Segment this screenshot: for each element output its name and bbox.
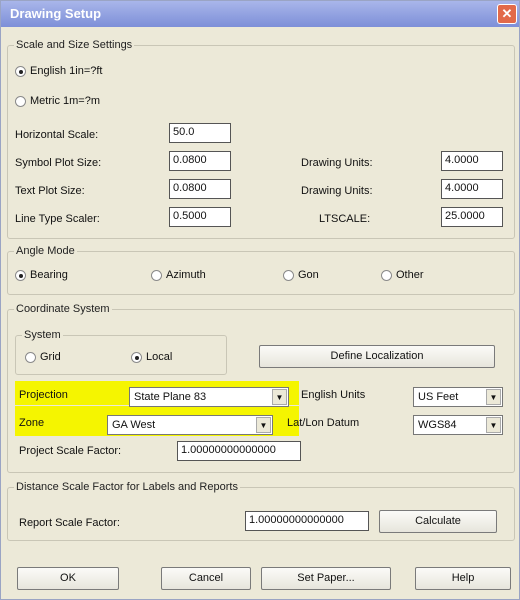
project-scale-factor-input[interactable]: 1.00000000000000 — [177, 441, 301, 461]
zone-value: GA West — [112, 419, 156, 431]
report-scale-factor-label: Report Scale Factor: — [19, 517, 120, 529]
radio-gon-dot[interactable] — [283, 269, 294, 281]
symbol-plot-size-label: Symbol Plot Size: — [15, 157, 102, 169]
radio-other[interactable]: Other — [381, 269, 424, 281]
line-type-scaler-label: Line Type Scaler: — [15, 213, 100, 225]
text-plot-size-input[interactable]: 0.0800 — [169, 179, 231, 199]
title-bar: Drawing Setup — [1, 1, 519, 27]
text-drawing-units-label: Drawing Units: — [301, 185, 373, 197]
coordinate-system-legend: Coordinate System — [16, 303, 110, 315]
zone-select[interactable]: GA West ▼ — [107, 415, 273, 435]
symbol-plot-size-input[interactable]: 0.0800 — [169, 151, 231, 171]
radio-bearing[interactable]: Bearing — [15, 269, 68, 281]
ltscale-label: LTSCALE: — [319, 213, 371, 225]
radio-azimuth-dot[interactable] — [151, 269, 162, 281]
angle-mode-legend: Angle Mode — [16, 245, 75, 257]
text-plot-size-label: Text Plot Size: — [15, 185, 85, 197]
system-legend: System — [24, 329, 61, 341]
radio-local[interactable]: Local — [131, 351, 172, 363]
radio-english-dot[interactable] — [15, 65, 26, 77]
close-button[interactable]: ✕ — [497, 4, 517, 24]
chevron-down-icon[interactable]: ▼ — [486, 389, 501, 405]
radio-bearing-dot[interactable] — [15, 269, 26, 281]
horizontal-scale-input[interactable]: 50.0 — [169, 123, 231, 143]
english-units-label: English Units — [301, 389, 366, 401]
radio-english[interactable]: English 1in=?ft — [15, 65, 102, 77]
latlon-datum-value: WGS84 — [418, 419, 457, 431]
angle-mode-group: Angle Mode — [7, 245, 515, 295]
radio-grid-dot[interactable] — [25, 351, 36, 363]
text-drawing-units-input[interactable]: 4.0000 — [441, 179, 503, 199]
radio-other-dot[interactable] — [381, 269, 392, 281]
radio-grid[interactable]: Grid — [25, 351, 61, 363]
cancel-button[interactable]: Cancel — [161, 567, 251, 590]
radio-azimuth[interactable]: Azimuth — [151, 269, 206, 281]
ok-button[interactable]: OK — [17, 567, 119, 590]
projection-value: State Plane 83 — [134, 391, 207, 403]
radio-metric-label: Metric 1m=?m — [30, 95, 100, 107]
latlon-datum-label: Lat/Lon Datum — [287, 417, 360, 429]
chevron-down-icon[interactable]: ▼ — [272, 389, 287, 405]
projection-label: Projection — [19, 389, 68, 401]
radio-grid-label: Grid — [40, 351, 61, 363]
radio-metric-dot[interactable] — [15, 95, 26, 107]
english-units-value: US Feet — [418, 391, 459, 403]
radio-english-label: English 1in=?ft — [30, 65, 103, 77]
symbol-drawing-units-input[interactable]: 4.0000 — [441, 151, 503, 171]
window-title: Drawing Setup — [10, 6, 102, 21]
radio-gon[interactable]: Gon — [283, 269, 319, 281]
radio-local-label: Local — [146, 351, 173, 363]
radio-metric[interactable]: Metric 1m=?m — [15, 95, 100, 107]
horizontal-scale-label: Horizontal Scale: — [15, 129, 99, 141]
distance-scale-legend: Distance Scale Factor for Labels and Rep… — [16, 481, 238, 493]
define-localization-button[interactable]: Define Localization — [259, 345, 495, 368]
radio-other-label: Other — [396, 269, 424, 281]
radio-azimuth-label: Azimuth — [166, 269, 206, 281]
scale-size-legend: Scale and Size Settings — [16, 39, 133, 51]
close-icon: ✕ — [501, 6, 513, 21]
chevron-down-icon[interactable]: ▼ — [486, 417, 501, 433]
projection-select[interactable]: State Plane 83 ▼ — [129, 387, 289, 407]
chevron-down-icon[interactable]: ▼ — [256, 417, 271, 433]
latlon-datum-select[interactable]: WGS84 ▼ — [413, 415, 503, 435]
radio-local-dot[interactable] — [131, 351, 142, 363]
project-scale-factor-label: Project Scale Factor: — [19, 445, 122, 457]
ltscale-input[interactable]: 25.0000 — [441, 207, 503, 227]
help-button[interactable]: Help — [415, 567, 511, 590]
radio-bearing-label: Bearing — [30, 269, 68, 281]
drawing-setup-dialog: Drawing Setup ✕ Scale and Size Settings … — [0, 0, 520, 600]
set-paper-button[interactable]: Set Paper... — [261, 567, 391, 590]
line-type-scaler-input[interactable]: 0.5000 — [169, 207, 231, 227]
report-scale-factor-input[interactable]: 1.00000000000000 — [245, 511, 369, 531]
calculate-button[interactable]: Calculate — [379, 510, 497, 533]
zone-label: Zone — [19, 417, 45, 429]
radio-gon-label: Gon — [298, 269, 319, 281]
english-units-select[interactable]: US Feet ▼ — [413, 387, 503, 407]
symbol-drawing-units-label: Drawing Units: — [301, 157, 373, 169]
